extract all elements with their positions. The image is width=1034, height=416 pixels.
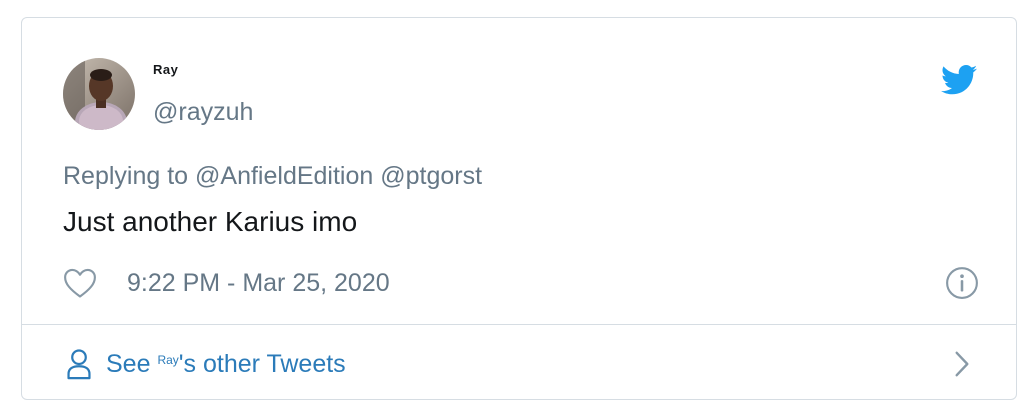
other-tweets-label: 's other Tweets: [178, 349, 346, 378]
user-handle[interactable]: @rayzuh: [153, 98, 253, 127]
tweet-card: Ray @rayzuh Replying to @AnfieldEdition …: [21, 17, 1017, 400]
replying-prefix: Replying to: [63, 162, 189, 190]
heart-icon[interactable]: [63, 267, 97, 299]
name-superscript: Ray: [157, 353, 179, 367]
mention-anfieldedition[interactable]: @AnfieldEdition: [195, 162, 373, 190]
avatar[interactable]: [63, 58, 135, 130]
replying-to: Replying to @AnfieldEdition @ptgorst: [63, 162, 482, 191]
tweet-text: Just another Karius imo: [63, 206, 358, 237]
tweet-timestamp[interactable]: 9:22 PM - Mar 25, 2020: [127, 269, 390, 298]
info-icon[interactable]: [945, 266, 979, 300]
card-divider: [22, 324, 1016, 325]
twitter-bird-icon[interactable]: [941, 65, 977, 95]
see-other-tweets-link[interactable]: See Ray's other Tweets: [66, 346, 346, 382]
chevron-right-icon[interactable]: [954, 351, 970, 377]
display-name[interactable]: Ray: [153, 62, 178, 77]
person-icon: [67, 349, 91, 380]
see-label: See: [106, 349, 151, 378]
mention-ptgorst[interactable]: @ptgorst: [380, 162, 482, 190]
avatar-image: [63, 58, 135, 130]
